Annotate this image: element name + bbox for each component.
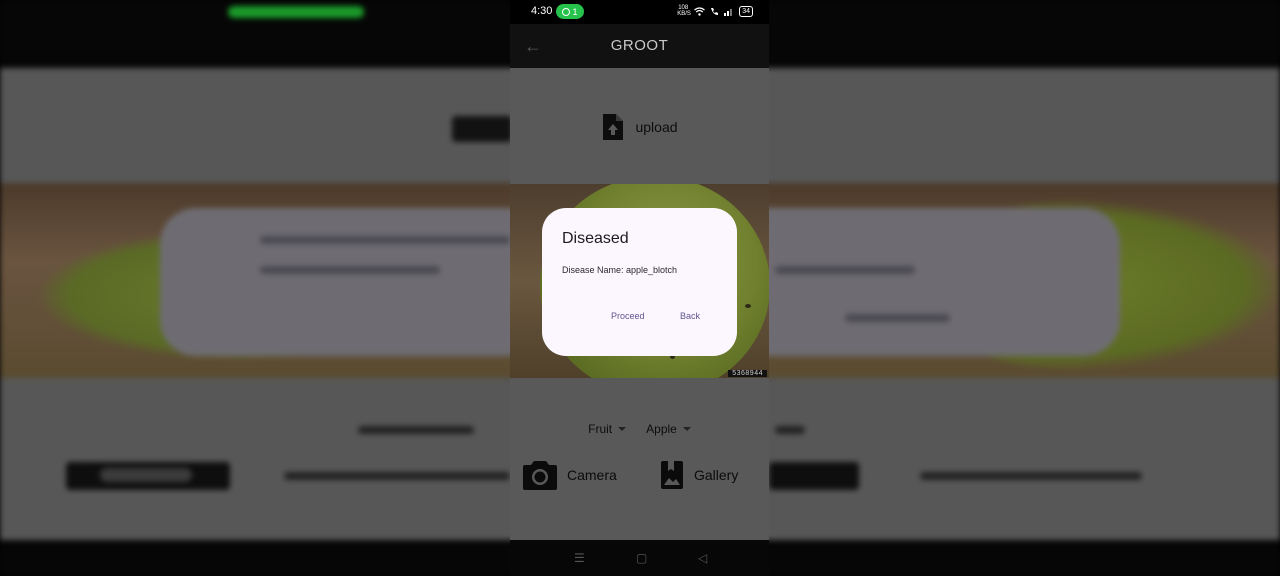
- category-dropdown[interactable]: Fruit: [588, 422, 627, 436]
- app-bar: ← GROOT: [510, 24, 769, 68]
- dialog-back-button[interactable]: Back: [680, 311, 700, 321]
- selector-row: Fruit Apple: [510, 422, 769, 436]
- camera-label: Camera: [567, 467, 617, 483]
- gallery-button[interactable]: Gallery: [660, 460, 738, 490]
- action-row: Camera Gallery: [510, 460, 769, 494]
- status-time: 4:30: [531, 5, 553, 17]
- battery-indicator: 34: [739, 5, 753, 17]
- status-bar: 4:30 1 108 KB/S 34: [510, 0, 769, 24]
- system-nav-bar: ☰ ▢ ◁: [510, 540, 769, 576]
- caret-down-icon: [618, 427, 627, 431]
- call-icon: [711, 7, 719, 15]
- crop-dropdown[interactable]: Apple: [646, 422, 691, 436]
- gallery-label: Gallery: [694, 467, 739, 483]
- camera-button[interactable]: Camera: [523, 460, 617, 490]
- signal-icon: [724, 8, 733, 16]
- status-icons: 108 KB/S 34: [677, 5, 753, 17]
- camera-icon: [523, 461, 557, 490]
- hotspot-icon: [562, 7, 571, 16]
- network-speed: 108 KB/S: [677, 5, 691, 17]
- upload-button[interactable]: upload: [510, 112, 769, 142]
- image-watermark: 5368944: [728, 370, 767, 377]
- back-icon[interactable]: ◁: [698, 551, 707, 565]
- dialog-message: Disease Name: apple_blotch: [562, 265, 678, 275]
- proceed-button[interactable]: Proceed: [611, 311, 645, 321]
- crop-value: Apple: [646, 422, 677, 436]
- diseased-dialog: Diseased Disease Name: apple_blotch Proc…: [542, 208, 737, 356]
- recents-icon[interactable]: ☰: [574, 551, 585, 565]
- dialog-title: Diseased: [562, 230, 629, 247]
- upload-label: upload: [635, 119, 678, 135]
- gallery-icon: [661, 461, 683, 489]
- upload-file-icon: [603, 114, 624, 140]
- home-icon[interactable]: ▢: [636, 551, 647, 565]
- caret-down-icon: [682, 427, 691, 431]
- app-title: GROOT: [610, 37, 669, 54]
- wifi-icon: [694, 6, 706, 16]
- phone-screen: 4:30 1 108 KB/S 34 ← GROOT upload 536894…: [510, 0, 769, 576]
- hotspot-indicator: 1: [556, 4, 584, 19]
- category-value: Fruit: [588, 422, 613, 436]
- hotspot-count: 1: [572, 6, 578, 17]
